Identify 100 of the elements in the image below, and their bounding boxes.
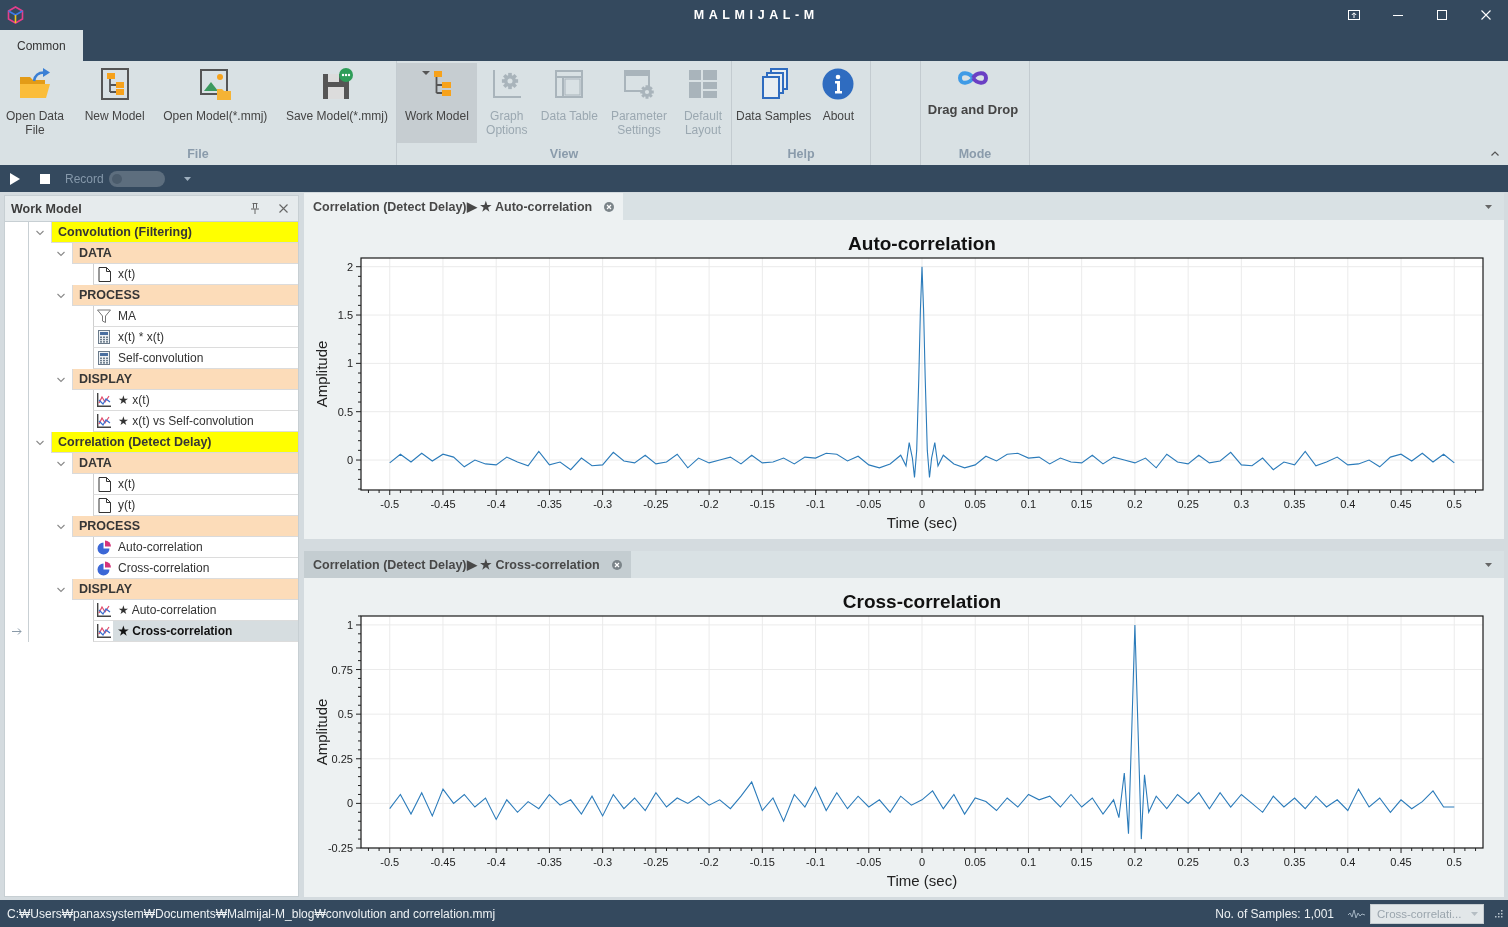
axis-tick-label: -0.4 [486, 498, 506, 510]
ribbon-tab[interactable]: Common [0, 30, 83, 61]
chevron-down-icon[interactable] [36, 228, 44, 237]
ribbon-button[interactable]: Drag and Drop [923, 63, 1023, 143]
ribbon-button[interactable]: Save Model(*.mmj) [281, 63, 392, 143]
caret-down-icon[interactable] [1485, 204, 1492, 209]
line-chart-icon [97, 624, 111, 638]
chevron-down-icon[interactable] [36, 438, 44, 447]
pie-chart-icon [96, 560, 112, 576]
ribbon-button[interactable]: Data Samples [732, 63, 816, 143]
axis-tick-label: 0.45 [1390, 856, 1412, 868]
axis-tick-label: -0.25 [327, 842, 353, 854]
document-icon [97, 266, 111, 282]
pin-icon[interactable] [251, 203, 259, 214]
chevron-down-icon[interactable] [57, 249, 65, 258]
tree-item[interactable]: Cross-correlation [113, 558, 298, 578]
group-node[interactable]: DISPLAY [72, 579, 298, 600]
axis-title: Amplitude [313, 340, 330, 408]
axis-tick-label: -0.2 [699, 856, 719, 868]
axis-tick-label: 0.1 [1020, 498, 1037, 510]
axis-tick-label: 0.5 [337, 708, 353, 721]
tree-item[interactable]: Auto-correlation [113, 537, 298, 557]
ribbon-button[interactable]: Open Model(*.mmj) [159, 63, 272, 143]
tree-item[interactable]: x(t) [113, 264, 298, 284]
axis-tick-label: 0.4 [1340, 856, 1356, 868]
group-label: File [187, 146, 209, 163]
document-icon [97, 497, 111, 513]
axis-tick-label: 0 [918, 856, 926, 868]
axis-tick-label: -0.3 [593, 856, 613, 868]
info-icon [822, 68, 855, 100]
model-node[interactable]: Correlation (Detect Delay) [51, 432, 298, 453]
tree-item[interactable]: x(t) * x(t) [113, 327, 298, 347]
cube-logo-icon [7, 6, 24, 24]
chevron-down-icon[interactable] [57, 375, 65, 384]
chevron-down-icon[interactable] [57, 291, 65, 300]
calculator-icon [98, 351, 110, 365]
axis-tick-label: -0.1 [806, 498, 826, 510]
box-arrow-icon[interactable] [1348, 10, 1360, 20]
document-tab[interactable]: Correlation (Detect Delay)▶ ★ Cross-correlation [304, 551, 631, 578]
caret-down-icon[interactable] [183, 176, 191, 181]
tree-item[interactable]: ★ x(t) [113, 390, 298, 410]
axis-tick-label: 0.5 [1446, 856, 1462, 868]
ribbon-button[interactable]: Work Model [397, 63, 477, 143]
group-node[interactable]: PROCESS [72, 285, 298, 306]
axis-tick-label: -0.45 [430, 856, 456, 868]
tree-item[interactable]: MA [113, 306, 298, 326]
axis-tick-label: -0.15 [749, 856, 775, 868]
chart-gear-icon [490, 68, 523, 100]
chevron-down-icon[interactable] [57, 459, 65, 468]
group-node[interactable]: PROCESS [72, 516, 298, 537]
document-tab[interactable]: Correlation (Detect Delay)▶ ★ Auto-correlation [304, 193, 624, 220]
axis-tick-label: -0.4 [486, 856, 506, 868]
tree-item[interactable]: y(t) [113, 495, 298, 515]
axis-tick-label: 0.2 [1127, 856, 1143, 868]
stop-icon[interactable] [40, 173, 50, 184]
axis-tick-label: 1.5 [337, 309, 353, 322]
group-node[interactable]: DISPLAY [72, 369, 298, 390]
maximize-icon[interactable] [1437, 10, 1447, 20]
tree-item[interactable]: ★ Auto-correlation [113, 600, 298, 620]
tree-item[interactable]: ★ Cross-correlation [113, 621, 298, 641]
play-icon[interactable] [10, 172, 20, 185]
group-label: Mode [958, 146, 992, 163]
axis-tick-label: -0.15 [749, 498, 775, 510]
axis-tick-label: -0.45 [430, 498, 456, 510]
group-node[interactable]: DATA [72, 453, 298, 474]
tree-item[interactable]: x(t) [113, 474, 298, 494]
line-chart-icon [97, 414, 111, 428]
file-path: C:₩Users₩panaxsystem₩Documents₩Malmijal-M_blog₩convolution and correlation.mmj [7, 906, 496, 921]
axis-tick-label: 0.5 [1446, 498, 1462, 510]
axis-tick-label: 0.35 [1283, 856, 1306, 868]
chevron-down-icon[interactable] [57, 585, 65, 594]
axis-tick-label: -0.35 [536, 856, 562, 868]
axis-tick-label: -0.2 [699, 498, 719, 510]
axis-tick-label: 0.3 [1233, 856, 1249, 868]
ribbon-button[interactable]: About [818, 63, 859, 143]
axis-title: Time (sec) [886, 514, 958, 531]
minimize-icon[interactable] [1393, 14, 1403, 16]
axis-tick-label: 0.45 [1390, 498, 1412, 510]
axis-tick-label: 1 [346, 357, 353, 370]
chevron-down-icon[interactable] [57, 522, 65, 531]
grid-tiles-icon [686, 68, 719, 100]
caret-down-icon[interactable] [1485, 562, 1492, 567]
tree-item[interactable]: ★ x(t) vs Self-convolution [113, 411, 298, 431]
axis-tick-label: 0 [346, 454, 353, 467]
ribbon-button[interactable]: New Model [80, 63, 149, 143]
caret-up-icon[interactable] [1491, 151, 1499, 156]
ribbon-button[interactable]: Open Data File [0, 63, 70, 143]
axis-tick-label: 0.25 [331, 752, 353, 765]
axis-tick-label: 0.25 [1177, 856, 1199, 868]
axis-tick-label: -0.25 [643, 856, 669, 868]
tree-item[interactable]: Self-convolution [113, 348, 298, 368]
axis-tick-label: -0.05 [856, 498, 882, 510]
axis-tick-label: 0.05 [964, 856, 986, 868]
group-node[interactable]: DATA [72, 243, 298, 264]
axis-tick-label: -0.25 [643, 498, 669, 510]
close-icon[interactable] [279, 204, 288, 213]
model-node[interactable]: Convolution (Filtering) [51, 222, 298, 243]
arrow-right-icon [11, 628, 22, 635]
axis-tick-label: 1 [346, 618, 353, 631]
axis-title: Time (sec) [886, 872, 958, 889]
